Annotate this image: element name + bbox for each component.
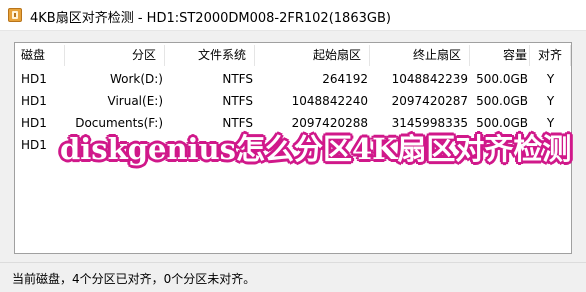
column-header-end-sector[interactable]: 终止扇区 (370, 45, 470, 66)
table-row[interactable]: HD1 Work(D:) NTFS 264192 1048842239 500.… (15, 69, 571, 90)
column-header-filesystem[interactable]: 文件系统 (165, 45, 255, 66)
list-header: 磁盘 分区 文件系统 起始扇区 终止扇区 容量 对齐 (15, 45, 571, 66)
cell-capacity: 500.0GB (476, 72, 528, 86)
cell-aligned: Y (546, 138, 555, 152)
cell-partition (65, 135, 165, 156)
window-title: 4KB扇区对齐检测 - HD1:ST2000DM008-2FR102(1863G… (30, 11, 391, 26)
cell-end-sector: 3145998335 (391, 116, 468, 130)
cell-disk: HD1 (21, 72, 47, 86)
column-header-start-sector[interactable]: 起始扇区 (255, 45, 370, 66)
cell-partition: Work(D:) (109, 72, 163, 86)
cell-start-sector: 264192 (322, 72, 368, 86)
cell-capacity: 500.0GB (476, 94, 528, 108)
column-header-disk[interactable]: 磁盘 (15, 45, 65, 66)
cell-disk: HD1 (21, 94, 47, 108)
cell-start-sector (255, 135, 370, 156)
alignment-list[interactable]: 磁盘 分区 文件系统 起始扇区 终止扇区 容量 对齐 HD1 Work(D:) … (14, 42, 572, 254)
cell-partition: Documents(F:) (75, 116, 163, 130)
cell-capacity: 500.0GB (476, 116, 528, 130)
cell-aligned: Y (546, 94, 555, 108)
cell-filesystem: NTFS (222, 116, 253, 130)
status-bar: 当前磁盘，4个分区已对齐，0个分区未对齐。 (0, 262, 586, 292)
cell-disk: HD1 (21, 116, 47, 130)
table-row[interactable]: HD1 Virual(E:) NTFS 1048842240 209742028… (15, 91, 571, 112)
table-row[interactable]: HD1 Y (15, 135, 571, 156)
cell-end-sector (370, 135, 470, 156)
cell-partition: Virual(E:) (107, 94, 164, 108)
table-row[interactable]: HD1 Documents(F:) NTFS 2097420288 314599… (15, 113, 571, 134)
cell-filesystem (165, 135, 255, 156)
title-bar: 4KB扇区对齐检测 - HD1:ST2000DM008-2FR102(1863G… (0, 0, 586, 31)
cell-filesystem: NTFS (222, 94, 253, 108)
cell-filesystem: NTFS (222, 72, 253, 86)
diskgenius-app-icon (8, 8, 22, 22)
column-header-capacity[interactable]: 容量 (470, 45, 530, 66)
column-header-aligned[interactable]: 对齐 (530, 45, 571, 66)
cell-disk: HD1 (21, 138, 47, 152)
status-text: 当前磁盘，4个分区已对齐，0个分区未对齐。 (12, 272, 256, 286)
cell-end-sector: 1048842239 (391, 72, 468, 86)
cell-capacity (470, 135, 530, 156)
cell-start-sector: 1048842240 (291, 94, 368, 108)
cell-aligned: Y (546, 72, 555, 86)
column-header-partition[interactable]: 分区 (65, 45, 165, 66)
cell-aligned: Y (546, 116, 555, 130)
cell-end-sector: 2097420287 (391, 94, 468, 108)
cell-start-sector: 2097420288 (291, 116, 368, 130)
